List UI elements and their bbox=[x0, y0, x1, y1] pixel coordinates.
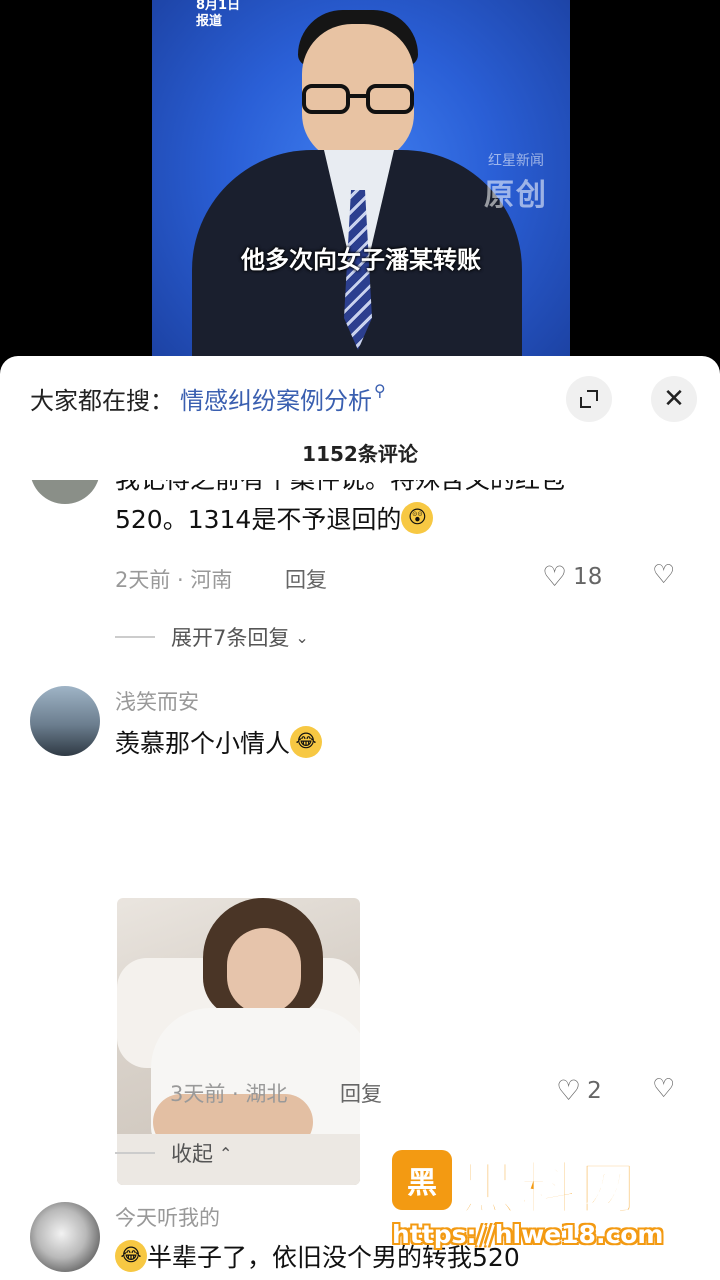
expand-icon bbox=[580, 390, 598, 408]
like-button[interactable]: ♡ 2 bbox=[556, 1074, 602, 1107]
brand-logo-icon: 黑 bbox=[392, 1150, 452, 1210]
video-subtitle: 他多次向女子潘某转账 bbox=[241, 246, 481, 274]
brand-watermark: 黑 黑料网 https://hlwe18.com bbox=[392, 1150, 712, 1276]
report-text: 报道 bbox=[196, 14, 223, 29]
search-suggestion[interactable]: 大家都在搜： 情感纠纷案例分析 ⚲ bbox=[30, 378, 386, 418]
comment-meta: 3天前 · 湖北 bbox=[170, 1082, 288, 1106]
news-watermark: 红星新闻 原创 bbox=[484, 150, 548, 214]
watermark-small: 红星新闻 bbox=[488, 153, 544, 169]
comment-count: 1152条评论 bbox=[302, 442, 418, 466]
comment-line: 我记得之前有个案件说。特殊含义的红包 bbox=[115, 480, 565, 500]
date-text: 8月1日 bbox=[196, 0, 241, 13]
emoji-icon: 😂 bbox=[115, 1240, 147, 1272]
like-count: 18 bbox=[573, 563, 603, 590]
brand-name: 黑料网 bbox=[459, 1156, 640, 1223]
expand-replies-button[interactable]: 展开7条回复 ⌄ bbox=[115, 622, 309, 652]
comment-line-text: 520。1314是不予退回的 bbox=[115, 505, 402, 534]
expand-button[interactable] bbox=[566, 376, 612, 422]
reply-button[interactable]: 回复 bbox=[340, 1078, 382, 1108]
video-player[interactable]: 8月1日 报道 红星新闻 原创 他多次向女子潘某转账 bbox=[0, 0, 720, 380]
video-frame: 8月1日 报道 红星新闻 原创 他多次向女子潘某转账 bbox=[152, 0, 570, 380]
emoji-icon: 😲 bbox=[401, 502, 434, 534]
avatar[interactable] bbox=[30, 480, 100, 504]
emoji-icon: 😂 bbox=[290, 726, 323, 758]
heart-icon: ♡ bbox=[556, 1074, 582, 1107]
username[interactable]: 浅笑而安 bbox=[115, 686, 199, 716]
comment-line-text: 羡慕那个小情人 bbox=[115, 729, 291, 758]
close-button[interactable]: ✕ bbox=[651, 376, 697, 422]
date-tag: 8月1日 报道 bbox=[196, 0, 240, 30]
watermark-big: 原创 bbox=[484, 178, 548, 213]
search-prefix: 大家都在搜： bbox=[30, 386, 174, 415]
broken-heart-icon[interactable]: ♡ bbox=[652, 1074, 675, 1104]
chevron-up-icon: ⌃ bbox=[219, 1143, 233, 1163]
reply-button[interactable]: 回复 bbox=[285, 564, 327, 594]
comment-text: 我记得之前有个案件说。特殊含义的红包 520。1314是不予退回的😲 bbox=[115, 480, 565, 540]
search-icon: ⚲ bbox=[374, 380, 386, 400]
comment-line: 520。1314是不予退回的 😲 bbox=[115, 500, 565, 540]
anchor-glasses bbox=[302, 84, 414, 114]
close-icon: ✕ bbox=[663, 384, 685, 414]
avatar[interactable] bbox=[30, 686, 100, 756]
chevron-down-icon: ⌄ bbox=[295, 627, 309, 647]
search-term-link[interactable]: 情感纠纷案例分析 bbox=[180, 381, 372, 416]
comment-text: 羡慕那个小情人 😂 bbox=[115, 724, 323, 764]
expand-replies-label: 展开7条回复 bbox=[171, 626, 290, 650]
brand-url: https://hlwe18.com bbox=[392, 1220, 664, 1249]
broken-heart-icon[interactable]: ♡ bbox=[652, 560, 675, 590]
comments-sheet: 大家都在搜： 情感纠纷案例分析 ⚲ ✕ 1152条评论 我记得之前有个案件说。特… bbox=[0, 356, 720, 1280]
like-button[interactable]: ♡ 18 bbox=[542, 560, 602, 593]
heart-icon: ♡ bbox=[542, 560, 568, 593]
username[interactable]: 今天听我的 bbox=[115, 1202, 220, 1232]
comment-meta: 2天前 · 河南 bbox=[115, 568, 233, 592]
collapse-replies-label: 收起 bbox=[171, 1142, 213, 1166]
like-count: 2 bbox=[587, 1077, 602, 1104]
avatar[interactable] bbox=[30, 1202, 100, 1272]
collapse-replies-button[interactable]: 收起 ⌃ bbox=[115, 1138, 232, 1168]
